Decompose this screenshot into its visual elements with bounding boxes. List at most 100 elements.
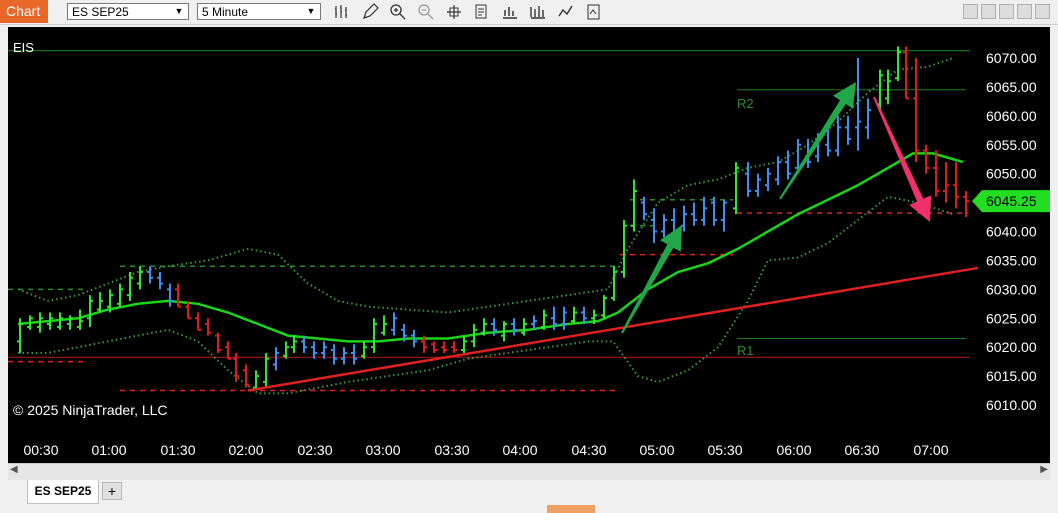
ohlc-bar: [167, 283, 173, 307]
strategies-icon[interactable]: [528, 2, 548, 22]
x-tick-label: 02:30: [297, 442, 332, 458]
draw-pencil-icon[interactable]: [360, 2, 380, 22]
ohlc-bar: [903, 46, 909, 100]
ohlc-bar: [97, 292, 103, 313]
x-tick-label: 05:00: [639, 442, 674, 458]
scroll-right-icon[interactable]: ▶: [1040, 464, 1048, 475]
ohlc-bar: [765, 167, 771, 192]
add-tab-button[interactable]: +: [102, 482, 122, 500]
ohlc-bar: [775, 156, 781, 186]
y-tick-label: 6010.00: [986, 397, 1037, 413]
x-tick-label: 04:00: [502, 442, 537, 458]
ohlc-bar: [127, 271, 133, 301]
ohlc-bar: [341, 347, 347, 365]
x-tick-label: 02:00: [228, 442, 263, 458]
interval-value: 5 Minute: [202, 5, 249, 19]
instrument-selector[interactable]: ES SEP25 ▼: [67, 3, 189, 20]
ohlc-bar: [225, 341, 231, 360]
price-chart[interactable]: 6070.00 6065.00 6060.00 6055.00 6050.00 6045.…: [8, 27, 1050, 463]
window-menu-button[interactable]: [963, 4, 978, 19]
ohlc-bar: [17, 318, 23, 353]
y-tick-label: 6055.00: [986, 137, 1037, 153]
ohlc-bar: [137, 266, 143, 290]
ohlc-bar: [157, 271, 163, 290]
chart-canvas: 6070.00 6065.00 6060.00 6055.00 6050.00 6045.…: [8, 40, 1050, 458]
ohlc-bar: [601, 295, 607, 319]
ohlc-bar: [205, 318, 211, 336]
symbol-label: EIS: [13, 40, 34, 55]
ohlc-bar: [283, 341, 289, 359]
taskbar-indicator: [547, 505, 595, 513]
tab-es-sep25[interactable]: ES SEP25: [27, 480, 99, 504]
ohlc-bar: [631, 179, 637, 232]
ohlc-bar: [661, 214, 667, 238]
current-price-tag: 6045.25: [972, 190, 1050, 213]
ohlc-bar: [351, 344, 357, 365]
green-arrow-up: [779, 82, 856, 200]
scroll-left-icon[interactable]: ◀: [10, 464, 18, 475]
y-tick-label: 6030.00: [986, 281, 1037, 297]
pink-arrow-down: [873, 96, 932, 222]
ohlc-bar: [895, 46, 901, 82]
templates-icon[interactable]: [556, 2, 576, 22]
zoom-in-icon[interactable]: [388, 2, 408, 22]
ohlc-bar: [77, 309, 83, 330]
bar-type-icon[interactable]: [332, 2, 352, 22]
ohlc-bar: [117, 283, 123, 307]
ohlc-bar: [381, 315, 387, 336]
ohlc-bar: [521, 318, 527, 336]
y-tick-label: 6020.00: [986, 339, 1037, 355]
y-tick-label: 6025.00: [986, 310, 1037, 326]
ohlc-bar: [711, 196, 717, 226]
ohlc-bar: [845, 115, 851, 145]
chart-scrollbar[interactable]: ◀ ▶: [8, 463, 1050, 480]
ohlc-bar: [67, 315, 73, 330]
x-tick-label: 07:00: [913, 442, 948, 458]
y-tick-label: 6070.00: [986, 50, 1037, 66]
ohlc-bar: [933, 150, 939, 197]
interval-selector[interactable]: 5 Minute ▼: [197, 3, 321, 20]
indicators-icon[interactable]: [500, 2, 520, 22]
ohlc-bar: [311, 341, 317, 359]
ohlc-bar: [721, 199, 727, 232]
chart-toolbar: Chart ES SEP25 ▼ 5 Minute ▼: [0, 0, 1058, 25]
pivot-r2-label: R2: [737, 96, 754, 111]
ohlc-bar: [273, 347, 279, 371]
x-tick-label: 01:00: [91, 442, 126, 458]
ohlc-bar: [745, 162, 751, 197]
window-link-button[interactable]: [981, 4, 996, 19]
properties-icon[interactable]: [584, 2, 604, 22]
current-price-label: 6045.25: [986, 193, 1037, 209]
chart-window-label[interactable]: Chart: [0, 0, 48, 23]
instrument-value: ES SEP25: [72, 5, 129, 19]
tab-bar: ES SEP25 +: [0, 480, 1058, 513]
ohlc-bar: [885, 69, 891, 105]
ohlc-bar: [263, 352, 269, 388]
y-tick-label: 6060.00: [986, 108, 1037, 124]
ohlc-bar: [963, 191, 969, 218]
moving-average-line: [17, 152, 964, 343]
minimize-button[interactable]: [999, 4, 1014, 19]
ohlc-bar: [855, 58, 861, 151]
ohlc-bar: [461, 335, 467, 353]
x-tick-label: 05:30: [707, 442, 742, 458]
x-tick-label: 06:00: [776, 442, 811, 458]
ohlc-bar: [431, 341, 437, 353]
ohlc-bar: [441, 341, 447, 353]
ohlc-bar: [391, 312, 397, 336]
chevron-down-icon: ▼: [174, 6, 184, 16]
maximize-button[interactable]: [1017, 4, 1032, 19]
data-box-icon[interactable]: [472, 2, 492, 22]
ohlc-bar: [943, 162, 949, 203]
ohlc-bar: [691, 202, 697, 226]
x-tick-label: 00:30: [23, 442, 58, 458]
close-button[interactable]: [1035, 4, 1050, 19]
x-tick-label: 03:00: [365, 442, 400, 458]
y-tick-label: 6065.00: [986, 79, 1037, 95]
zoom-out-icon[interactable]: [416, 2, 436, 22]
y-tick-label: 6015.00: [986, 368, 1037, 384]
ohlc-bar: [147, 266, 153, 284]
ohlc-bar: [195, 312, 201, 331]
crosshair-icon[interactable]: [444, 2, 464, 22]
y-tick-label: 6035.00: [986, 252, 1037, 268]
